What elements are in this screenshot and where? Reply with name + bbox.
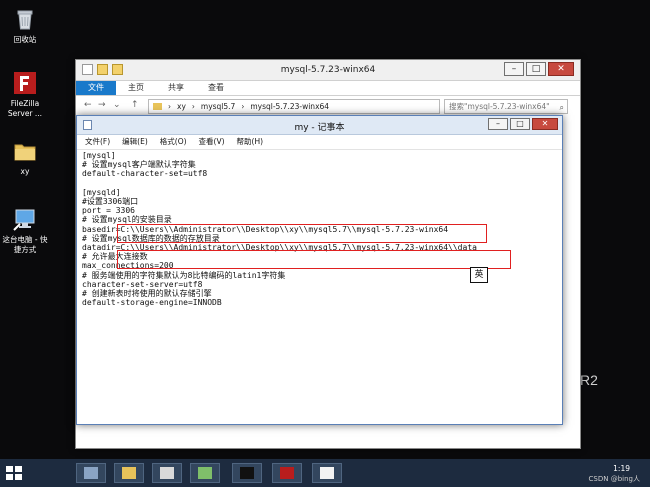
search-icon: ⌕	[559, 103, 564, 112]
minimize-button[interactable]: –	[504, 62, 524, 76]
tab-view[interactable]: 查看	[196, 81, 236, 95]
menu-help[interactable]: 帮助(H)	[237, 135, 264, 149]
maximize-button[interactable]: □	[526, 62, 546, 76]
highlight-box-datadir	[117, 250, 511, 269]
os-watermark: R2	[580, 372, 598, 388]
folder-icon	[153, 103, 162, 110]
menu-file[interactable]: 文件(F)	[85, 135, 110, 149]
close-button[interactable]: ✕	[548, 62, 574, 76]
breadcrumb-separator-icon: ›	[168, 102, 171, 111]
taskbar-server-manager[interactable]	[76, 463, 106, 483]
folder-icon	[12, 138, 38, 164]
notepad-icon	[320, 467, 334, 479]
ribbon-tabs: 文件 主页 共享 查看	[76, 81, 580, 96]
desktop-icon-this-pc[interactable]: 这台电脑 - 快捷方式	[2, 206, 48, 255]
terminal-icon	[240, 467, 254, 479]
tab-file[interactable]: 文件	[76, 81, 116, 95]
minimize-button[interactable]: –	[488, 118, 508, 130]
breadcrumb-separator-icon: ›	[241, 102, 245, 111]
breadcrumb-xy[interactable]: xy	[177, 102, 186, 111]
recycle-bin-icon	[12, 6, 38, 32]
folder-icon	[122, 467, 136, 479]
forward-arrow-icon[interactable]: →	[98, 100, 106, 110]
server-manager-icon	[84, 467, 98, 479]
window-icon	[160, 467, 174, 479]
back-arrow-icon[interactable]: ←	[84, 100, 92, 110]
highlight-box-basedir	[117, 224, 487, 243]
search-input[interactable]: 搜索"mysql-5.7.23-winx64" ⌕	[444, 99, 568, 114]
desktop-icon-folder-xy[interactable]: xy	[2, 138, 48, 177]
desktop-icon-label: 回收站	[13, 35, 37, 44]
notepad-title-bar[interactable]: my - 记事本 – □ ✕	[77, 116, 562, 135]
up-arrow-icon[interactable]: ↑	[131, 100, 139, 110]
system-clock[interactable]: 1:19	[613, 464, 630, 473]
desktop-icon-label: 这台电脑 - 快捷方式	[2, 235, 48, 254]
filezilla-icon	[12, 70, 38, 96]
menu-edit[interactable]: 编辑(E)	[122, 135, 148, 149]
taskbar-network-app[interactable]	[190, 463, 220, 483]
ime-language-indicator[interactable]: 英	[470, 267, 488, 283]
taskbar-app[interactable]	[152, 463, 182, 483]
breadcrumb-separator-icon: ›	[191, 102, 195, 111]
tab-home[interactable]: 主页	[116, 81, 156, 95]
menu-bar: 文件(F) 编辑(E) 格式(O) 查看(V) 帮助(H)	[77, 135, 562, 150]
breadcrumb-mysql-folder[interactable]: mysql-5.7.23-winx64	[250, 102, 329, 111]
network-icon	[198, 467, 212, 479]
explorer-title-bar[interactable]: mysql-5.7.23-winx64 – □ ✕	[76, 60, 580, 81]
taskbar-file-explorer[interactable]	[114, 463, 144, 483]
close-button[interactable]: ✕	[532, 118, 558, 130]
taskbar: 1:19	[0, 459, 650, 487]
maximize-button[interactable]: □	[510, 118, 530, 130]
taskbar-filezilla[interactable]	[272, 463, 302, 483]
menu-format[interactable]: 格式(O)	[160, 135, 187, 149]
taskbar-command-prompt[interactable]	[232, 463, 262, 483]
search-placeholder: 搜索"mysql-5.7.23-winx64"	[449, 102, 550, 111]
desktop-icon-label: xy	[20, 167, 30, 176]
taskbar-notepad[interactable]	[312, 463, 342, 483]
computer-icon	[12, 206, 38, 232]
menu-view[interactable]: 查看(V)	[199, 135, 225, 149]
desktop-icon-recycle-bin[interactable]: 回收站	[2, 6, 48, 45]
desktop-icon-label: FileZilla Server ...	[7, 99, 43, 118]
start-button[interactable]	[6, 466, 22, 480]
address-bar[interactable]: › xy › mysql5.7 › mysql-5.7.23-winx64	[148, 99, 440, 114]
notepad-window[interactable]: my - 记事本 – □ ✕ 文件(F) 编辑(E) 格式(O) 查看(V) 帮…	[76, 115, 563, 425]
desktop-icon-filezilla[interactable]: FileZilla Server ...	[2, 70, 48, 119]
recent-chevron-icon[interactable]: ⌄	[113, 100, 121, 110]
page-watermark: CSDN @bing人	[588, 475, 640, 483]
filezilla-icon	[280, 467, 294, 479]
tab-share[interactable]: 共享	[156, 81, 196, 95]
breadcrumb-mysql57[interactable]: mysql5.7	[201, 102, 235, 111]
